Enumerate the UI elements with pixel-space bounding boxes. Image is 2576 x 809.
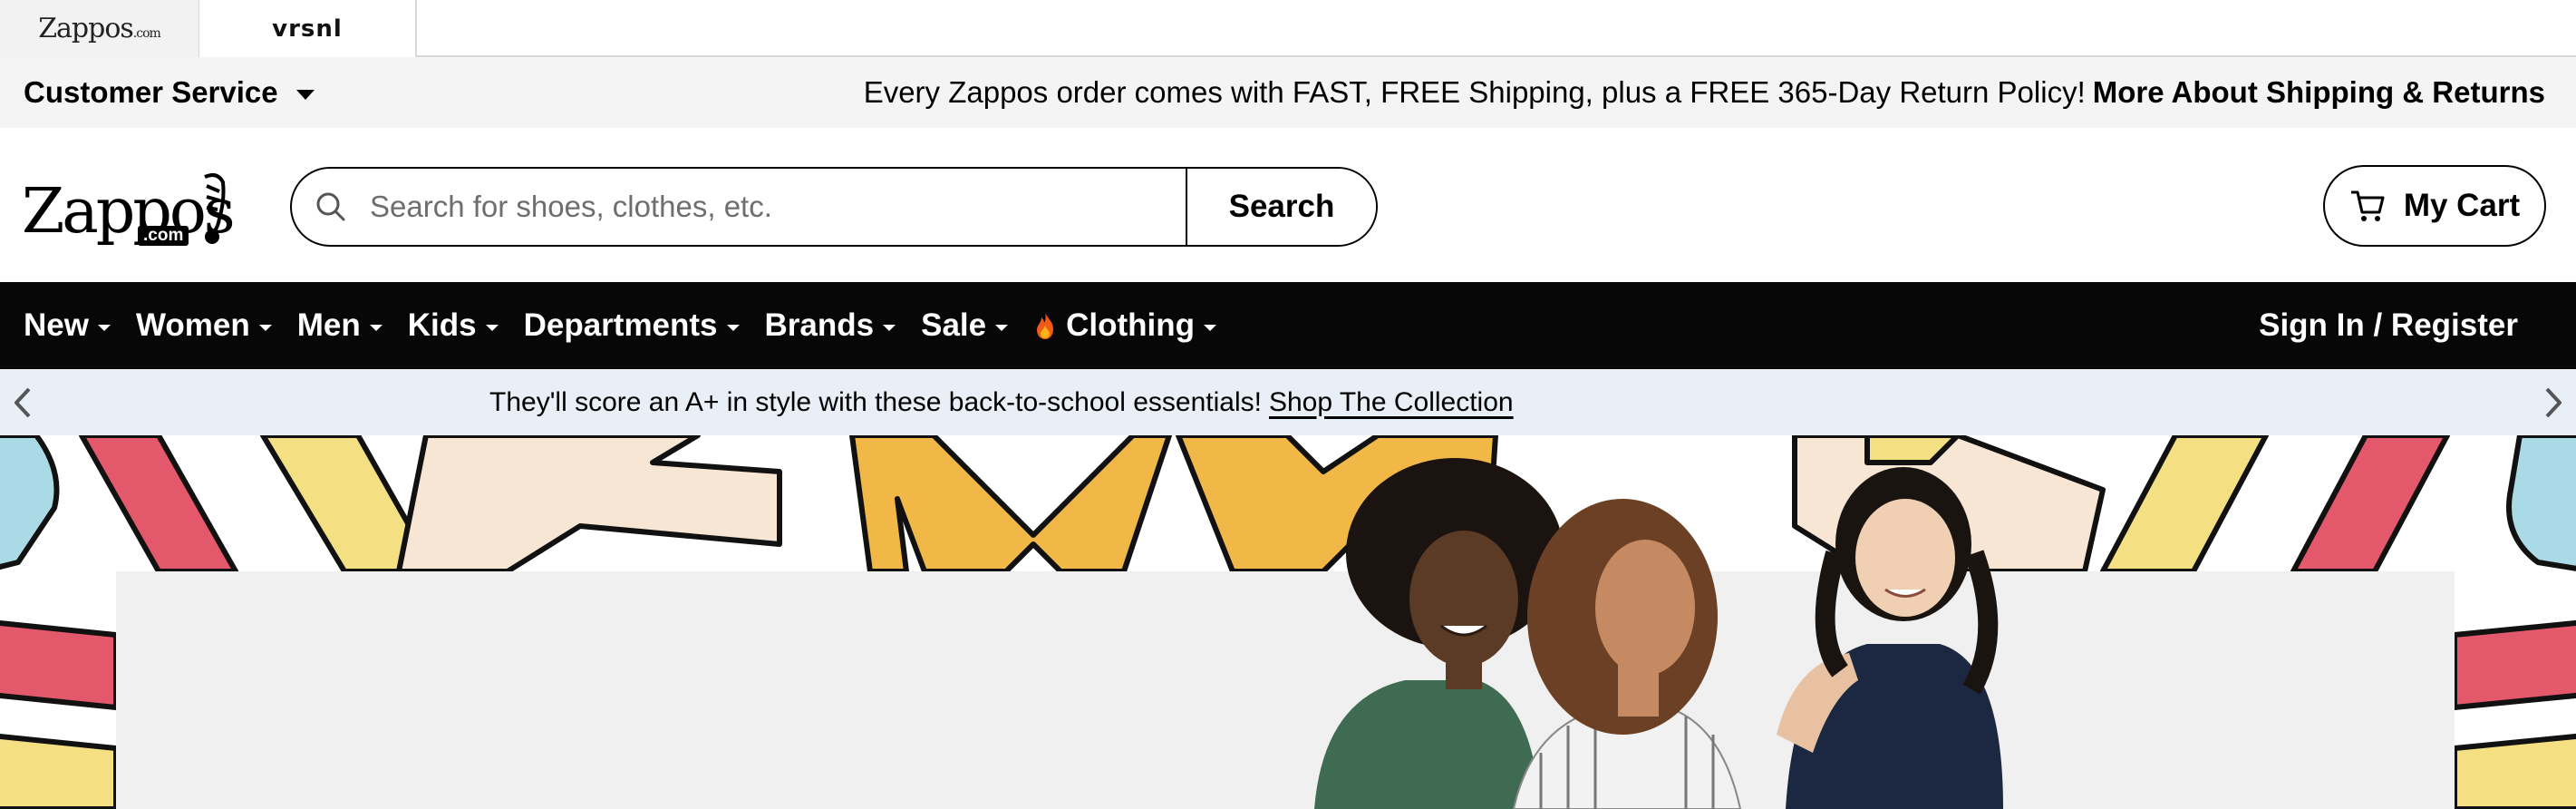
fire-icon <box>1037 312 1054 339</box>
nav-women[interactable]: Women <box>136 307 272 344</box>
nav-brands[interactable]: Brands <box>765 307 896 344</box>
logo-dotcom: .com <box>138 226 189 246</box>
search-icon <box>292 169 370 245</box>
hero-banner[interactable] <box>0 435 2576 809</box>
nav-clothing-label: Clothing <box>1066 307 1196 343</box>
hero-panel <box>116 571 2455 809</box>
nav-brands-label: Brands <box>764 307 875 343</box>
zappos-tab-logo: Zappos.com <box>38 13 161 44</box>
main-nav: New Women Men Kids Departments Brands Sa… <box>0 282 2576 369</box>
search-bar: Search <box>290 167 1378 247</box>
nav-kids[interactable]: Kids <box>408 307 499 344</box>
tab-vrsnl[interactable]: vrsnl <box>199 0 417 57</box>
tab-zappos[interactable]: Zappos.com <box>0 0 199 57</box>
promo-prev-button[interactable] <box>0 369 45 435</box>
customer-service-dropdown[interactable]: Customer Service <box>24 57 315 128</box>
promo-message: They'll score an A+ in style with these … <box>489 369 1514 435</box>
chevron-down-icon <box>97 324 111 331</box>
zappos-logo[interactable]: Zappos .com <box>22 171 236 246</box>
chevron-down-icon <box>995 324 1009 331</box>
nav-women-label: Women <box>135 307 250 343</box>
shipping-returns-link[interactable]: More About Shipping & Returns <box>2093 75 2545 110</box>
site-header: Zappos .com Search My Cart <box>0 128 2576 282</box>
chevron-down-icon <box>726 324 740 331</box>
sign-in-register-link[interactable]: Sign In / Register <box>2259 282 2518 369</box>
customer-service-label: Customer Service <box>24 75 278 109</box>
nav-new-label: New <box>24 307 89 343</box>
chevron-down-icon <box>258 324 272 331</box>
chevron-down-icon <box>883 324 896 331</box>
search-button[interactable]: Search <box>1186 169 1376 245</box>
vrsnl-tab-logo: vrsnl <box>272 15 343 43</box>
nav-departments-label: Departments <box>523 307 718 343</box>
shipping-message: Every Zappos order comes with FAST, FREE… <box>864 57 2545 128</box>
shipping-message-text: Every Zappos order comes with FAST, FREE… <box>863 75 2086 109</box>
utility-bar: Customer Service Every Zappos order come… <box>0 57 2576 128</box>
nav-sale-label: Sale <box>921 307 987 343</box>
nav-kids-label: Kids <box>407 307 477 343</box>
chevron-right-icon <box>2545 387 2561 417</box>
promo-banner: They'll score an A+ in style with these … <box>0 369 2576 435</box>
promo-next-button[interactable] <box>2531 369 2576 435</box>
site-switcher: Zappos.com vrsnl <box>0 0 2576 57</box>
search-input[interactable] <box>370 169 1186 245</box>
cart-label: My Cart <box>2403 188 2521 223</box>
nav-clothing[interactable]: Clothing <box>1033 307 1217 344</box>
chevron-down-icon <box>1204 324 1217 331</box>
nav-sale[interactable]: Sale <box>921 307 1009 344</box>
logo-shoe-icon <box>204 173 226 244</box>
hero-models-image <box>1314 458 2003 809</box>
chevron-down-icon <box>369 324 383 331</box>
chevron-down-icon <box>295 89 315 100</box>
shop-the-collection-link[interactable]: Shop The Collection <box>1269 387 1514 418</box>
nav-departments[interactable]: Departments <box>524 307 740 344</box>
promo-text: They'll score an A+ in style with these … <box>489 386 1262 417</box>
chevron-left-icon <box>15 387 31 417</box>
chevron-down-icon <box>485 324 499 331</box>
nav-new[interactable]: New <box>24 307 111 344</box>
nav-men-label: Men <box>296 307 361 343</box>
cart-icon <box>2350 190 2385 221</box>
nav-men[interactable]: Men <box>297 307 383 344</box>
my-cart-button[interactable]: My Cart <box>2323 165 2546 247</box>
